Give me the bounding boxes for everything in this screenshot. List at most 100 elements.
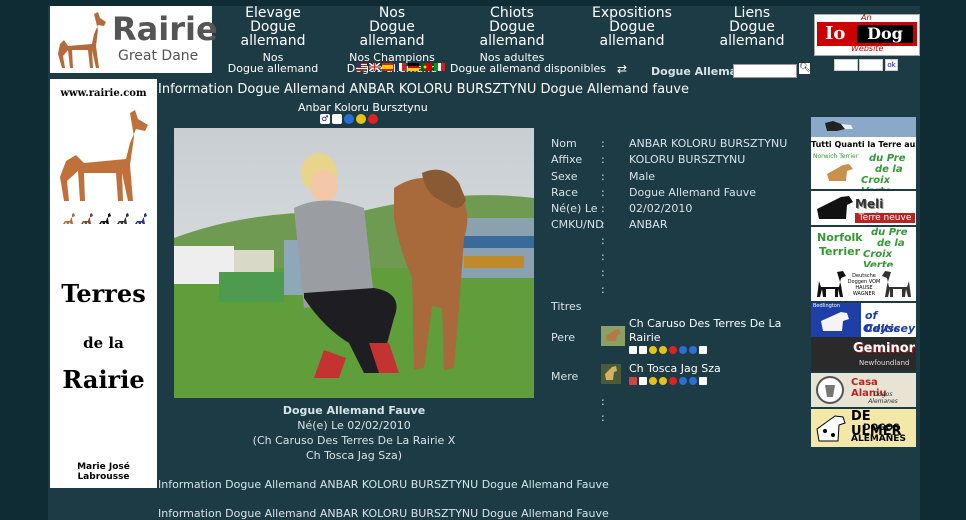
ad-alemanes-text: ALEMANES [851,434,906,444]
nav-chiots[interactable]: Chiots Dogue allemand Nos adultes Dogue … [450,6,606,74]
ad-de-ulmer[interactable]: DE ULMER DOGOS ALEMANES [811,409,916,447]
flag-de-icon[interactable] [408,63,419,71]
info-icon[interactable] [344,114,354,124]
info-value-affixe: KOLORU BURSZTYNU [629,153,746,166]
info-colon: : [601,250,605,263]
ad-tutti-dog[interactable] [811,117,916,137]
ad-deutsche-text: Deutsche Doggen VOM HAUSE WAGNER [847,273,881,297]
site-url[interactable]: www.rairie.com [50,88,157,99]
info-value-birth: 02/02/2010 [629,202,693,215]
flag-es-icon[interactable] [382,63,393,71]
newfoundland-icon [817,196,853,219]
nav-nos-line1[interactable]: Nos [336,6,448,20]
ad-du-pre-norwich[interactable]: Norwich Terrier du Pre de la Croix Verte [811,153,916,189]
login-field-2[interactable] [859,59,883,71]
ad-du-pre-text: du Pre [869,153,906,164]
dog-photo[interactable] [174,128,534,398]
grid-icon[interactable] [699,377,707,385]
mere-icons [629,377,707,385]
male-icon: ♂ [320,114,330,124]
nav-liens-line2[interactable]: Dogue allemand [696,20,808,48]
fawn-dane-icon [63,213,75,224]
norwich-terrier-icon [827,164,853,181]
nav-elevage-line2[interactable]: Dogue allemand [216,20,330,48]
ad-celtic-odyssey[interactable]: Bedlington of Celtic Odyssey [811,303,916,337]
owner-name: Marie José Labrousse [77,462,130,482]
search-input[interactable] [733,64,797,78]
terres-text: Terres [61,279,146,308]
red-dot-icon[interactable] [669,346,677,354]
ad-newfoundland-text: Newfoundland [859,359,910,367]
nav-chiots-line2[interactable]: Dogue allemand [456,20,568,48]
ad-tutti-text: Tutti Quanti la Terre aux Loups [811,140,916,149]
info-value-nom: ANBAR KOLORU BURSZTYNU [629,137,788,150]
info-icon[interactable] [679,346,687,354]
info-colon: : [601,234,605,247]
flag-us-icon[interactable] [356,63,367,71]
info-label-birth: Né(e) Le [551,202,598,215]
nav-nos-line2[interactable]: Dogue allemand [336,20,448,48]
ad-meli-melo[interactable]: Meli Melo Terre neuve [811,191,916,225]
nav-liens[interactable]: Liens Dogue allemand [696,6,808,48]
pere-name-line1[interactable]: Ch Caruso Des Terres De La [629,317,781,331]
nav-elevage[interactable]: Elevage Dogue allemand Nos Dogue alleman… [216,6,330,74]
de-la-text: de la [83,334,124,352]
red-dot-icon[interactable] [669,377,677,385]
male-icon [629,346,637,354]
iodog-website: Website [851,44,884,53]
flag-it-icon[interactable] [434,63,445,71]
smiley-icon[interactable] [649,346,657,354]
ad-dogos2-text: DOGOS [863,423,900,433]
info-colon: : [601,218,605,231]
flag-uk-icon[interactable] [369,63,380,71]
search-button-icon[interactable]: 🔍︎ [799,63,810,74]
info-icon[interactable] [689,346,697,354]
nav-chiots-sub2[interactable]: Dogue allemand disponibles [450,63,606,74]
nav-chiots-line1[interactable]: Chiots [456,6,568,20]
info-label-race: Race [551,186,578,199]
ad-croix-verte-text: Croix Verte [861,175,891,189]
smiley-icon[interactable] [659,346,667,354]
smiley-icon[interactable] [356,114,366,124]
ad-deutsche-doggen[interactable]: Deutsche Doggen VOM HAUSE WAGNER [811,267,916,301]
ok-button[interactable]: ok [885,59,898,71]
site-logo[interactable]: Rairie Great Dane [50,6,218,73]
iodog-an: An [861,13,872,22]
ad-tutti[interactable]: Tutti Quanti la Terre aux Loups [811,137,916,153]
login-field-1[interactable] [834,59,858,71]
flag-fr-icon[interactable] [395,63,406,71]
nav-liens-line1[interactable]: Liens [696,6,808,20]
link-icon[interactable]: ⇄ [617,62,627,76]
ad-norwich-text: Norwich Terrier [813,153,859,160]
nav-elevage-sub2[interactable]: Dogue allemand [216,63,330,74]
nav-expositions-line1[interactable]: Expositions [576,6,688,20]
ad-geminorum[interactable]: Geminorum Newfoundland [811,337,916,371]
ad-norfolk[interactable]: Norfolk Terrier du Pre de la Croix Verte [811,227,916,267]
mere-thumbnail[interactable] [601,364,621,384]
iodog-banner[interactable]: An Io Dog Website [814,13,920,56]
info-value-sexe: Male [629,170,656,183]
info-colon: : [601,395,605,408]
dane-small-icon [332,114,342,124]
blue-dane-icon [135,213,147,224]
brindle-dane-icon [81,213,93,224]
info-icon[interactable] [689,377,697,385]
pere-name-line2[interactable]: Rairie [629,331,661,345]
nav-elevage-line1[interactable]: Elevage [216,6,330,20]
info-colon: : [601,411,605,424]
smiley-icon[interactable] [649,377,657,385]
info-icon[interactable] [679,377,687,385]
smiley-icon[interactable] [659,377,667,385]
pere-thumbnail[interactable] [601,326,625,346]
mere-name[interactable]: Ch Tosca Jag Sza [629,362,721,376]
flag-pt-icon[interactable] [421,63,432,71]
caption-title: Dogue Allemand Fauve [282,404,426,417]
dane-colors-row [62,213,148,225]
nav-expositions-line2[interactable]: Dogue allemand [576,20,688,48]
ad-casa-alaniu[interactable]: Casa Alaniu Dogos Alemanes [811,373,916,407]
grid-icon[interactable] [699,346,707,354]
info-label-affixe: Affixe [551,153,583,166]
harlequin-dane-icon [117,213,129,224]
nav-expositions[interactable]: Expositions Dogue allemand [576,6,688,48]
red-dot-icon[interactable] [368,114,378,124]
